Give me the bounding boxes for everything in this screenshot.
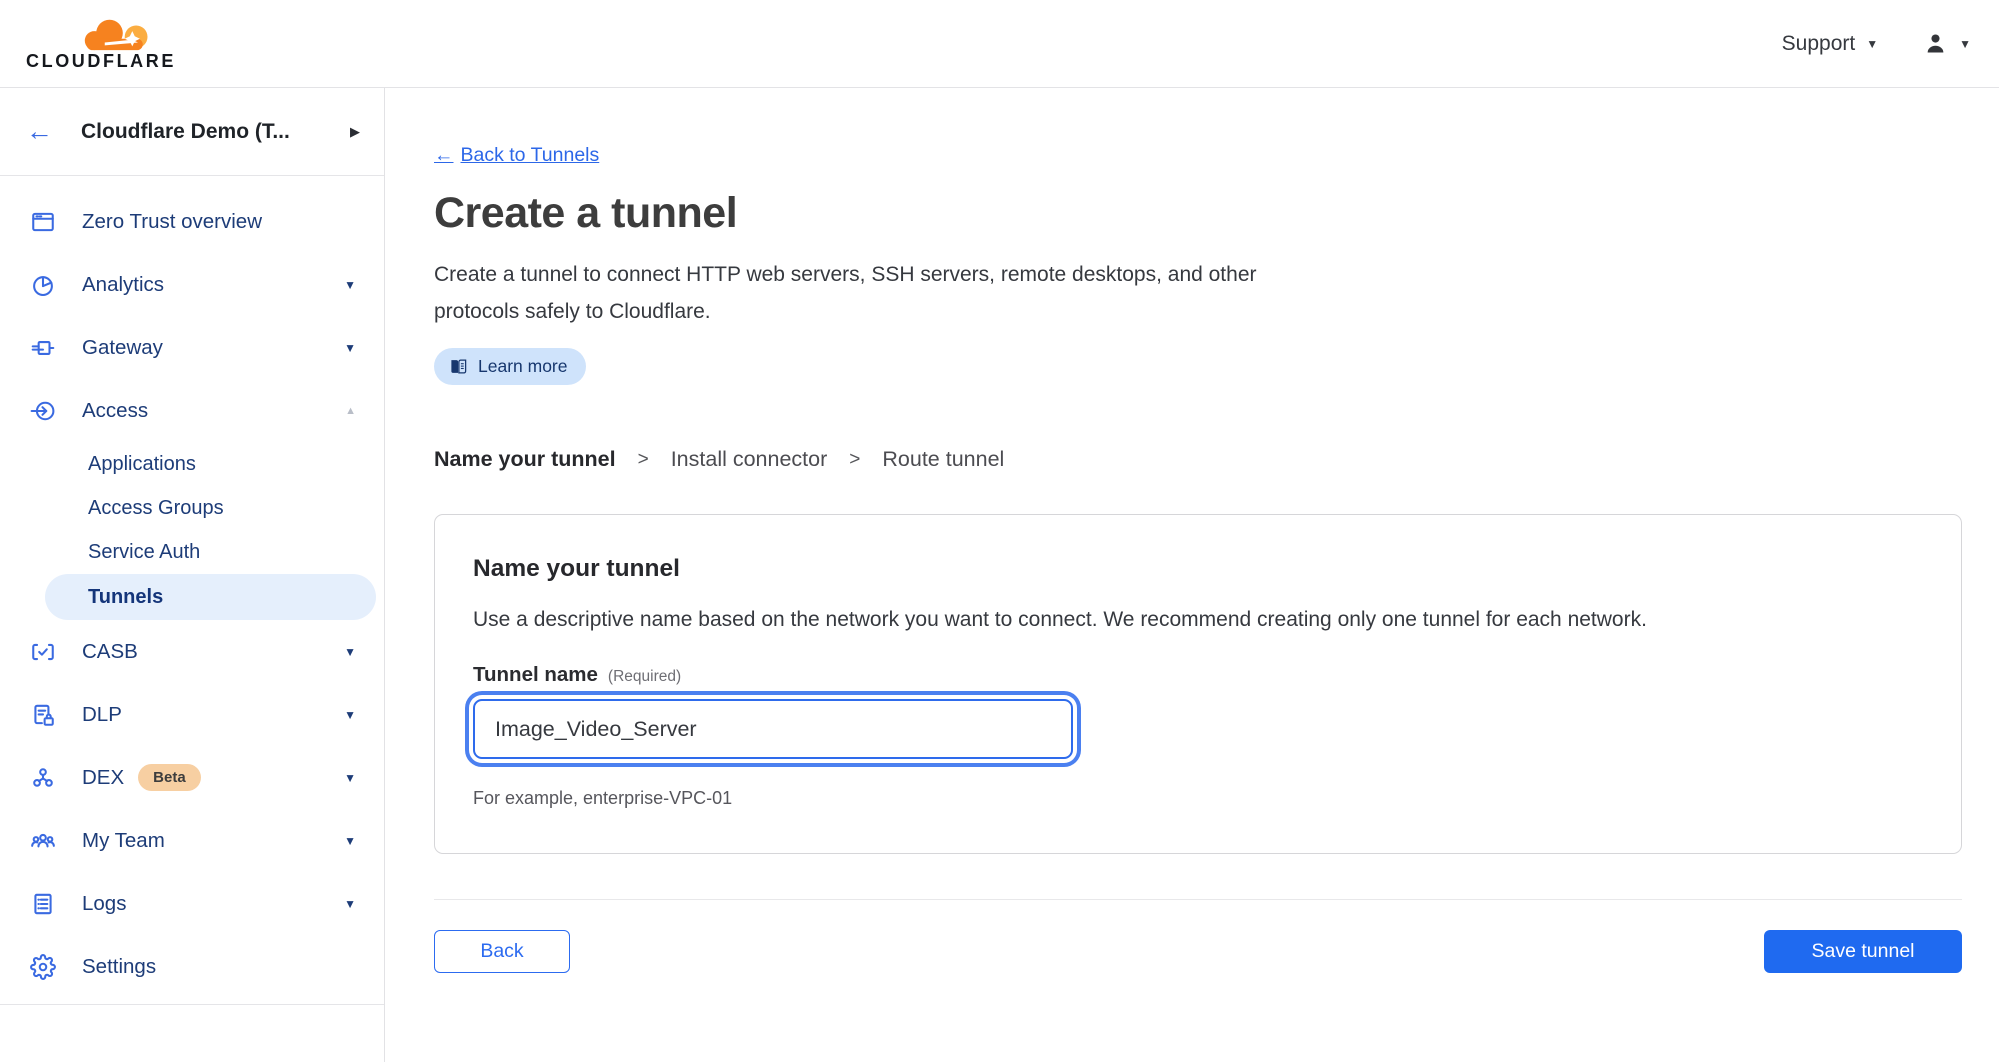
- sidebar-item-label: Logs: [82, 892, 126, 916]
- sidebar-item-access[interactable]: Access ▲: [0, 379, 384, 442]
- chevron-down-icon[interactable]: ▼: [344, 645, 356, 659]
- user-icon: [1922, 30, 1949, 57]
- sidebar-item-label: Settings: [82, 955, 156, 979]
- sidebar-item-dlp[interactable]: DLP ▼: [0, 683, 384, 746]
- sidebar-item-label: Access Groups: [88, 497, 224, 520]
- page-title: Create a tunnel: [434, 189, 1962, 238]
- sidebar-item-label: DEX: [82, 766, 124, 790]
- document-lock-icon: [28, 700, 58, 730]
- sidebar-item-access-groups[interactable]: Access Groups: [0, 486, 384, 530]
- gear-icon: [28, 952, 58, 982]
- sidebar-item-analytics[interactable]: Analytics ▼: [0, 253, 384, 316]
- chevron-down-icon[interactable]: ▼: [344, 897, 356, 911]
- sidebar-item-casb[interactable]: CASB ▼: [0, 620, 384, 683]
- learn-more-label: Learn more: [478, 356, 568, 377]
- learn-more-button[interactable]: Learn more: [434, 348, 586, 385]
- chevron-down-icon[interactable]: ▼: [344, 341, 356, 355]
- chevron-down-icon[interactable]: ▼: [344, 771, 356, 785]
- sidebar-item-label: Gateway: [82, 336, 163, 360]
- sidebar-item-label: Analytics: [82, 273, 164, 297]
- support-label: Support: [1782, 32, 1856, 56]
- sidebar-item-label: Applications: [88, 453, 196, 476]
- chevron-right-icon[interactable]: ▶: [350, 124, 360, 140]
- sidebar-item-label: Tunnels: [88, 586, 163, 609]
- save-tunnel-button[interactable]: Save tunnel: [1764, 930, 1962, 973]
- logs-icon: [28, 889, 58, 919]
- tunnel-name-input[interactable]: [473, 699, 1073, 759]
- dex-icon: [28, 763, 58, 793]
- access-icon: [28, 396, 58, 426]
- sidebar-divider: [0, 1004, 384, 1005]
- tunnel-name-hint: For example, enterprise-VPC-01: [473, 788, 1921, 809]
- chevron-up-icon[interactable]: ▲: [345, 405, 356, 417]
- sidebar-item-label: Zero Trust overview: [82, 210, 262, 234]
- main-content: ← Back to Tunnels Create a tunnel Create…: [385, 88, 1999, 1062]
- back-arrow-icon[interactable]: ←: [26, 118, 53, 145]
- sidebar-item-service-auth[interactable]: Service Auth: [0, 530, 384, 574]
- sidebar-item-dex[interactable]: DEX Beta ▼: [0, 746, 384, 809]
- sidebar-item-label: Service Auth: [88, 541, 200, 564]
- sidebar-item-tunnels[interactable]: Tunnels: [45, 574, 376, 620]
- back-arrow-icon: ←: [434, 144, 454, 167]
- top-header: CLOUDFLARE Support ▼ ▼: [0, 0, 1999, 88]
- gateway-icon: [28, 333, 58, 363]
- team-icon: [28, 826, 58, 856]
- required-note: (Required): [608, 668, 681, 686]
- footer-divider: [434, 899, 1962, 900]
- back-button[interactable]: Back: [434, 930, 570, 973]
- sidebar-item-settings[interactable]: Settings: [0, 935, 384, 998]
- step-separator: >: [638, 449, 649, 471]
- chevron-down-icon: ▼: [1959, 38, 1971, 50]
- card-title: Name your tunnel: [473, 555, 1921, 583]
- tunnel-name-label: Tunnel name: [473, 663, 598, 687]
- step-install-connector: Install connector: [671, 447, 828, 472]
- sidebar-item-label: My Team: [82, 829, 165, 853]
- back-link-label: Back to Tunnels: [461, 144, 600, 167]
- sidebar-item-my-team[interactable]: My Team ▼: [0, 809, 384, 872]
- user-menu[interactable]: ▼: [1922, 30, 1971, 57]
- card-description: Use a descriptive name based on the netw…: [473, 608, 1921, 632]
- cloudflare-cloud-icon: [78, 15, 160, 53]
- step-name-your-tunnel: Name your tunnel: [434, 447, 616, 472]
- step-separator: >: [849, 449, 860, 471]
- casb-icon: [28, 637, 58, 667]
- book-icon: [449, 357, 468, 376]
- chevron-down-icon[interactable]: ▼: [344, 708, 356, 722]
- footer-actions: Back Save tunnel: [434, 930, 1962, 973]
- pie-chart-icon: [28, 270, 58, 300]
- account-name: Cloudflare Demo (T...: [81, 120, 350, 144]
- chevron-down-icon[interactable]: ▼: [344, 834, 356, 848]
- chevron-down-icon: ▼: [1866, 38, 1878, 50]
- sidebar-item-applications[interactable]: Applications: [0, 442, 384, 486]
- sidebar-nav: Zero Trust overview Analytics ▼ Gateway …: [0, 176, 384, 998]
- chevron-down-icon[interactable]: ▼: [344, 278, 356, 292]
- name-tunnel-card: Name your tunnel Use a descriptive name …: [434, 514, 1962, 854]
- sidebar-item-zero-trust-overview[interactable]: Zero Trust overview: [0, 190, 384, 253]
- sidebar-item-label: DLP: [82, 703, 122, 727]
- sidebar-item-label: CASB: [82, 640, 138, 664]
- account-switcher[interactable]: ← Cloudflare Demo (T... ▶: [0, 88, 384, 176]
- window-icon: [28, 207, 58, 237]
- beta-badge: Beta: [138, 764, 201, 791]
- sidebar-item-label: Access: [82, 399, 148, 423]
- page-description: Create a tunnel to connect HTTP web serv…: [434, 256, 1319, 330]
- back-to-tunnels-link[interactable]: ← Back to Tunnels: [434, 144, 599, 167]
- sidebar: ← Cloudflare Demo (T... ▶ Zero Trust ove…: [0, 88, 385, 1062]
- brand-wordmark: CLOUDFLARE: [26, 51, 176, 72]
- sidebar-item-gateway[interactable]: Gateway ▼: [0, 316, 384, 379]
- stepper: Name your tunnel > Install connector > R…: [434, 447, 1962, 472]
- sidebar-item-logs[interactable]: Logs ▼: [0, 872, 384, 935]
- support-menu[interactable]: Support ▼: [1782, 32, 1878, 56]
- step-route-tunnel: Route tunnel: [882, 447, 1004, 472]
- cloudflare-logo: CLOUDFLARE: [20, 15, 182, 72]
